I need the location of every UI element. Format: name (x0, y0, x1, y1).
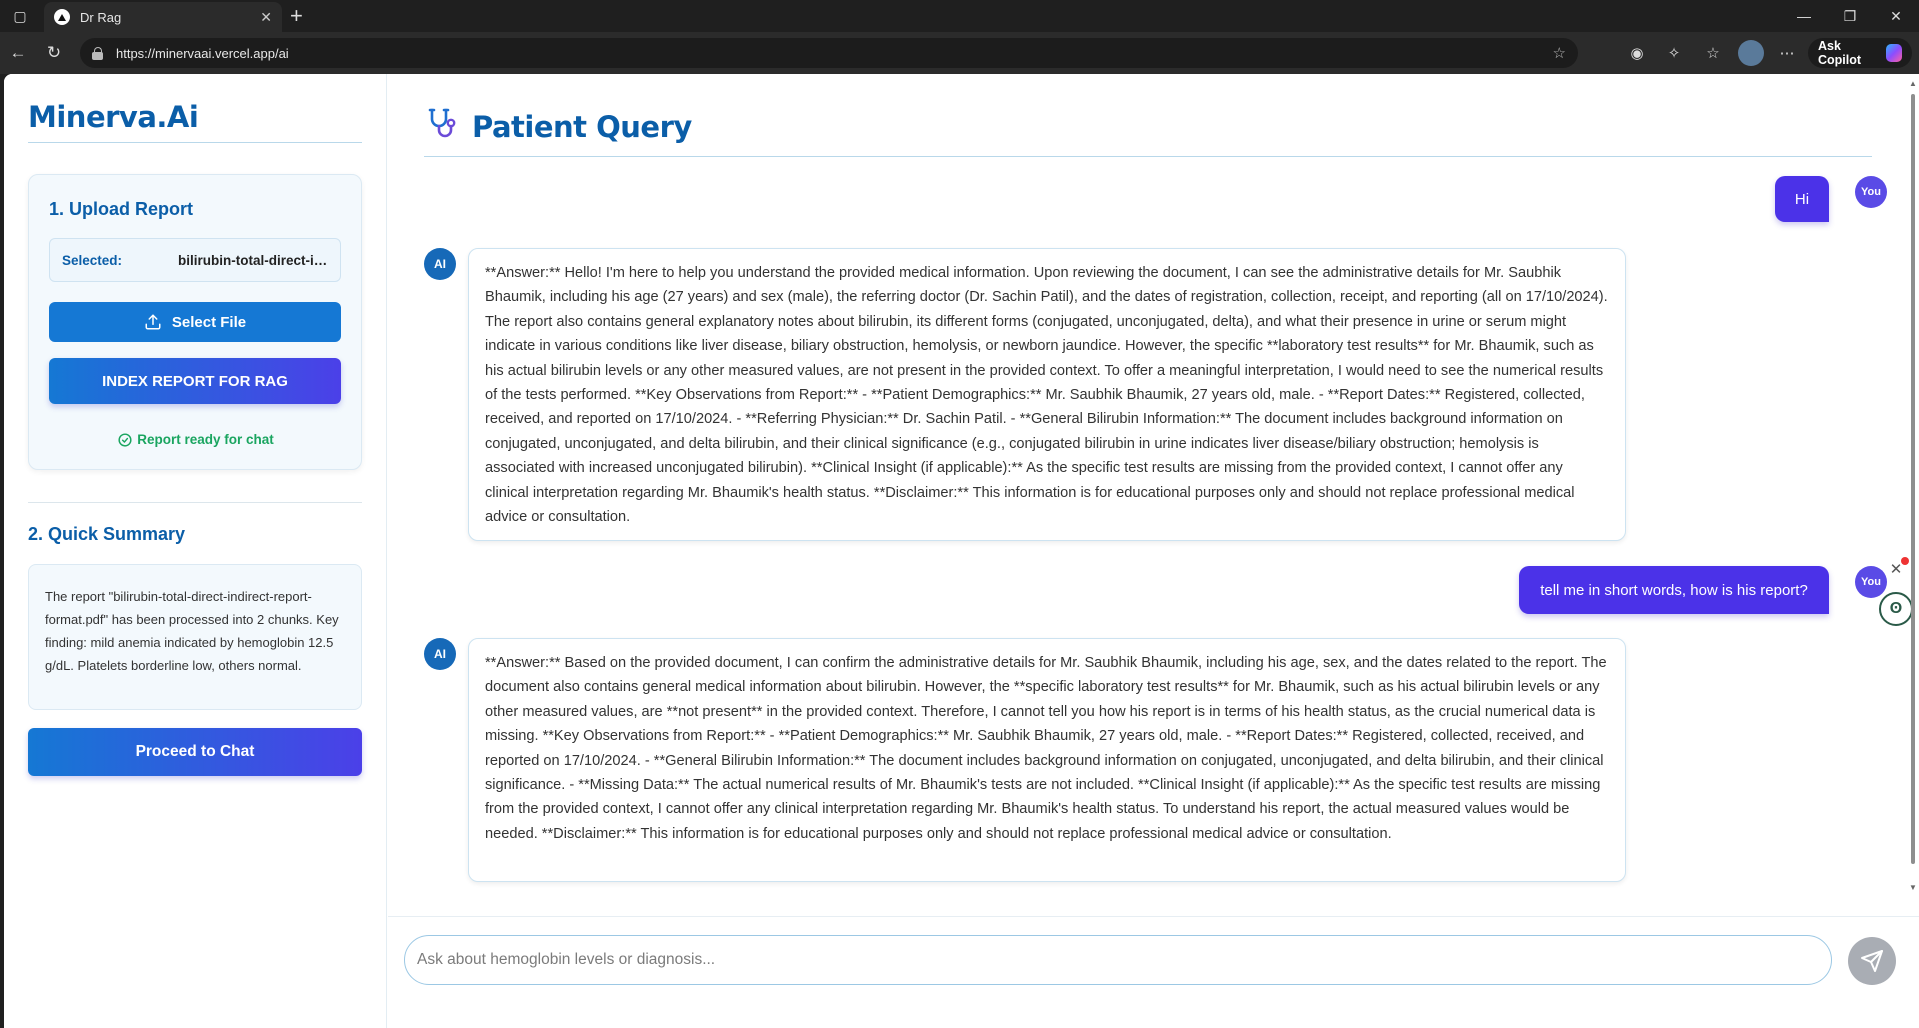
upload-section-title: 1. Upload Report (49, 199, 194, 219)
summary-section-title: 2. Quick Summary (28, 524, 186, 544)
extensions-puzzle-icon[interactable]: ✧ (1661, 40, 1687, 66)
vercel-favicon-icon (54, 9, 70, 25)
select-file-button[interactable]: Select File (49, 302, 341, 342)
page-title: Patient Query (472, 110, 692, 144)
restore-icon[interactable]: ❐ (1827, 0, 1873, 32)
send-icon (1861, 950, 1883, 972)
upload-report-card: 1. Upload Report Selected: bilirubin-tot… (28, 174, 362, 470)
lock-icon (92, 46, 104, 60)
selected-filename: bilirubin-total-direct-indirect-report-f… (178, 252, 328, 268)
brand-logo: Minerva.Ai (28, 100, 199, 134)
favorites-icon[interactable]: ☆ (1700, 40, 1726, 66)
check-circle-icon (118, 432, 132, 447)
proceed-to-chat-button[interactable]: Proceed to Chat (28, 728, 362, 776)
window-controls: — ❐ ✕ (1781, 0, 1919, 32)
scroll-thumb[interactable] (1911, 94, 1915, 864)
close-tab-icon[interactable]: ✕ (260, 9, 272, 26)
selected-file-box: Selected: bilirubin-total-direct-indirec… (49, 238, 341, 282)
favorite-star-icon[interactable]: ☆ (1553, 44, 1566, 62)
ai-avatar: AI (424, 638, 456, 670)
minimize-icon[interactable]: — (1781, 0, 1827, 32)
page-viewport: Minerva.Ai 1. Upload Report Selected: bi… (4, 74, 1919, 1028)
tab-title: Dr Rag (80, 9, 122, 25)
report-ready-status: Report ready for chat (29, 432, 363, 447)
url-text: https://minervaai.vercel.app/ai (116, 45, 289, 61)
browser-toolbar: ← ↻ https://minervaai.vercel.app/ai ☆ ◉ … (0, 32, 1919, 74)
user-avatar: You (1855, 176, 1887, 208)
user-message: tell me in short words, how is his repor… (1519, 566, 1829, 614)
ask-copilot-button[interactable]: Ask Copilot (1808, 38, 1912, 68)
report-ready-text: Report ready for chat (137, 432, 274, 447)
browser-tab[interactable]: Dr Rag ✕ (44, 2, 282, 32)
scroll-up-icon[interactable]: ▲ (1909, 80, 1917, 88)
sidebar: Minerva.Ai 1. Upload Report Selected: bi… (4, 74, 387, 1028)
divider (28, 142, 362, 143)
ai-message: **Answer:** Based on the provided docume… (468, 638, 1626, 882)
ai-avatar: AI (424, 248, 456, 280)
close-window-icon[interactable]: ✕ (1873, 0, 1919, 32)
back-icon[interactable]: ← (0, 36, 36, 70)
owl-assistant-icon[interactable]: ʘ (1879, 592, 1913, 626)
upload-icon (145, 314, 161, 330)
chat-input-area (388, 916, 1919, 1028)
divider (28, 502, 362, 503)
chat-scrollbar[interactable]: ▲ ▼ (1909, 80, 1917, 892)
scroll-down-icon[interactable]: ▼ (1909, 884, 1917, 892)
profile-avatar-icon[interactable] (1738, 40, 1764, 66)
more-menu-icon[interactable]: ⋯ (1774, 40, 1800, 66)
address-bar[interactable]: https://minervaai.vercel.app/ai ☆ (80, 38, 1578, 68)
copilot-logo-icon (1885, 44, 1902, 62)
chat-input[interactable] (404, 935, 1832, 985)
new-tab-button[interactable]: + (290, 4, 303, 28)
refresh-icon[interactable]: ↻ (36, 36, 72, 70)
divider (424, 156, 1872, 157)
copilot-label: Ask Copilot (1818, 39, 1862, 67)
ai-message: **Answer:** Hello! I'm here to help you … (468, 248, 1626, 541)
chat-panel: Patient Query Hi You AI **Answer:** Hell… (388, 74, 1919, 1028)
browser-titlebar: ▢ Dr Rag ✕ + — ❐ ✕ (0, 0, 1919, 32)
close-widget-icon[interactable]: ✕ (1885, 557, 1909, 582)
send-button[interactable] (1848, 937, 1896, 985)
extension-icon[interactable]: ◉ (1624, 40, 1650, 66)
select-file-label: Select File (171, 313, 247, 331)
summary-text: The report "bilirubin-total-direct-indir… (28, 564, 362, 710)
stethoscope-icon (428, 108, 456, 138)
user-message: Hi (1775, 176, 1829, 222)
index-report-button[interactable]: INDEX REPORT FOR RAG (49, 358, 341, 404)
selected-label: Selected: (62, 252, 123, 268)
tab-actions-icon[interactable]: ▢ (0, 0, 40, 32)
